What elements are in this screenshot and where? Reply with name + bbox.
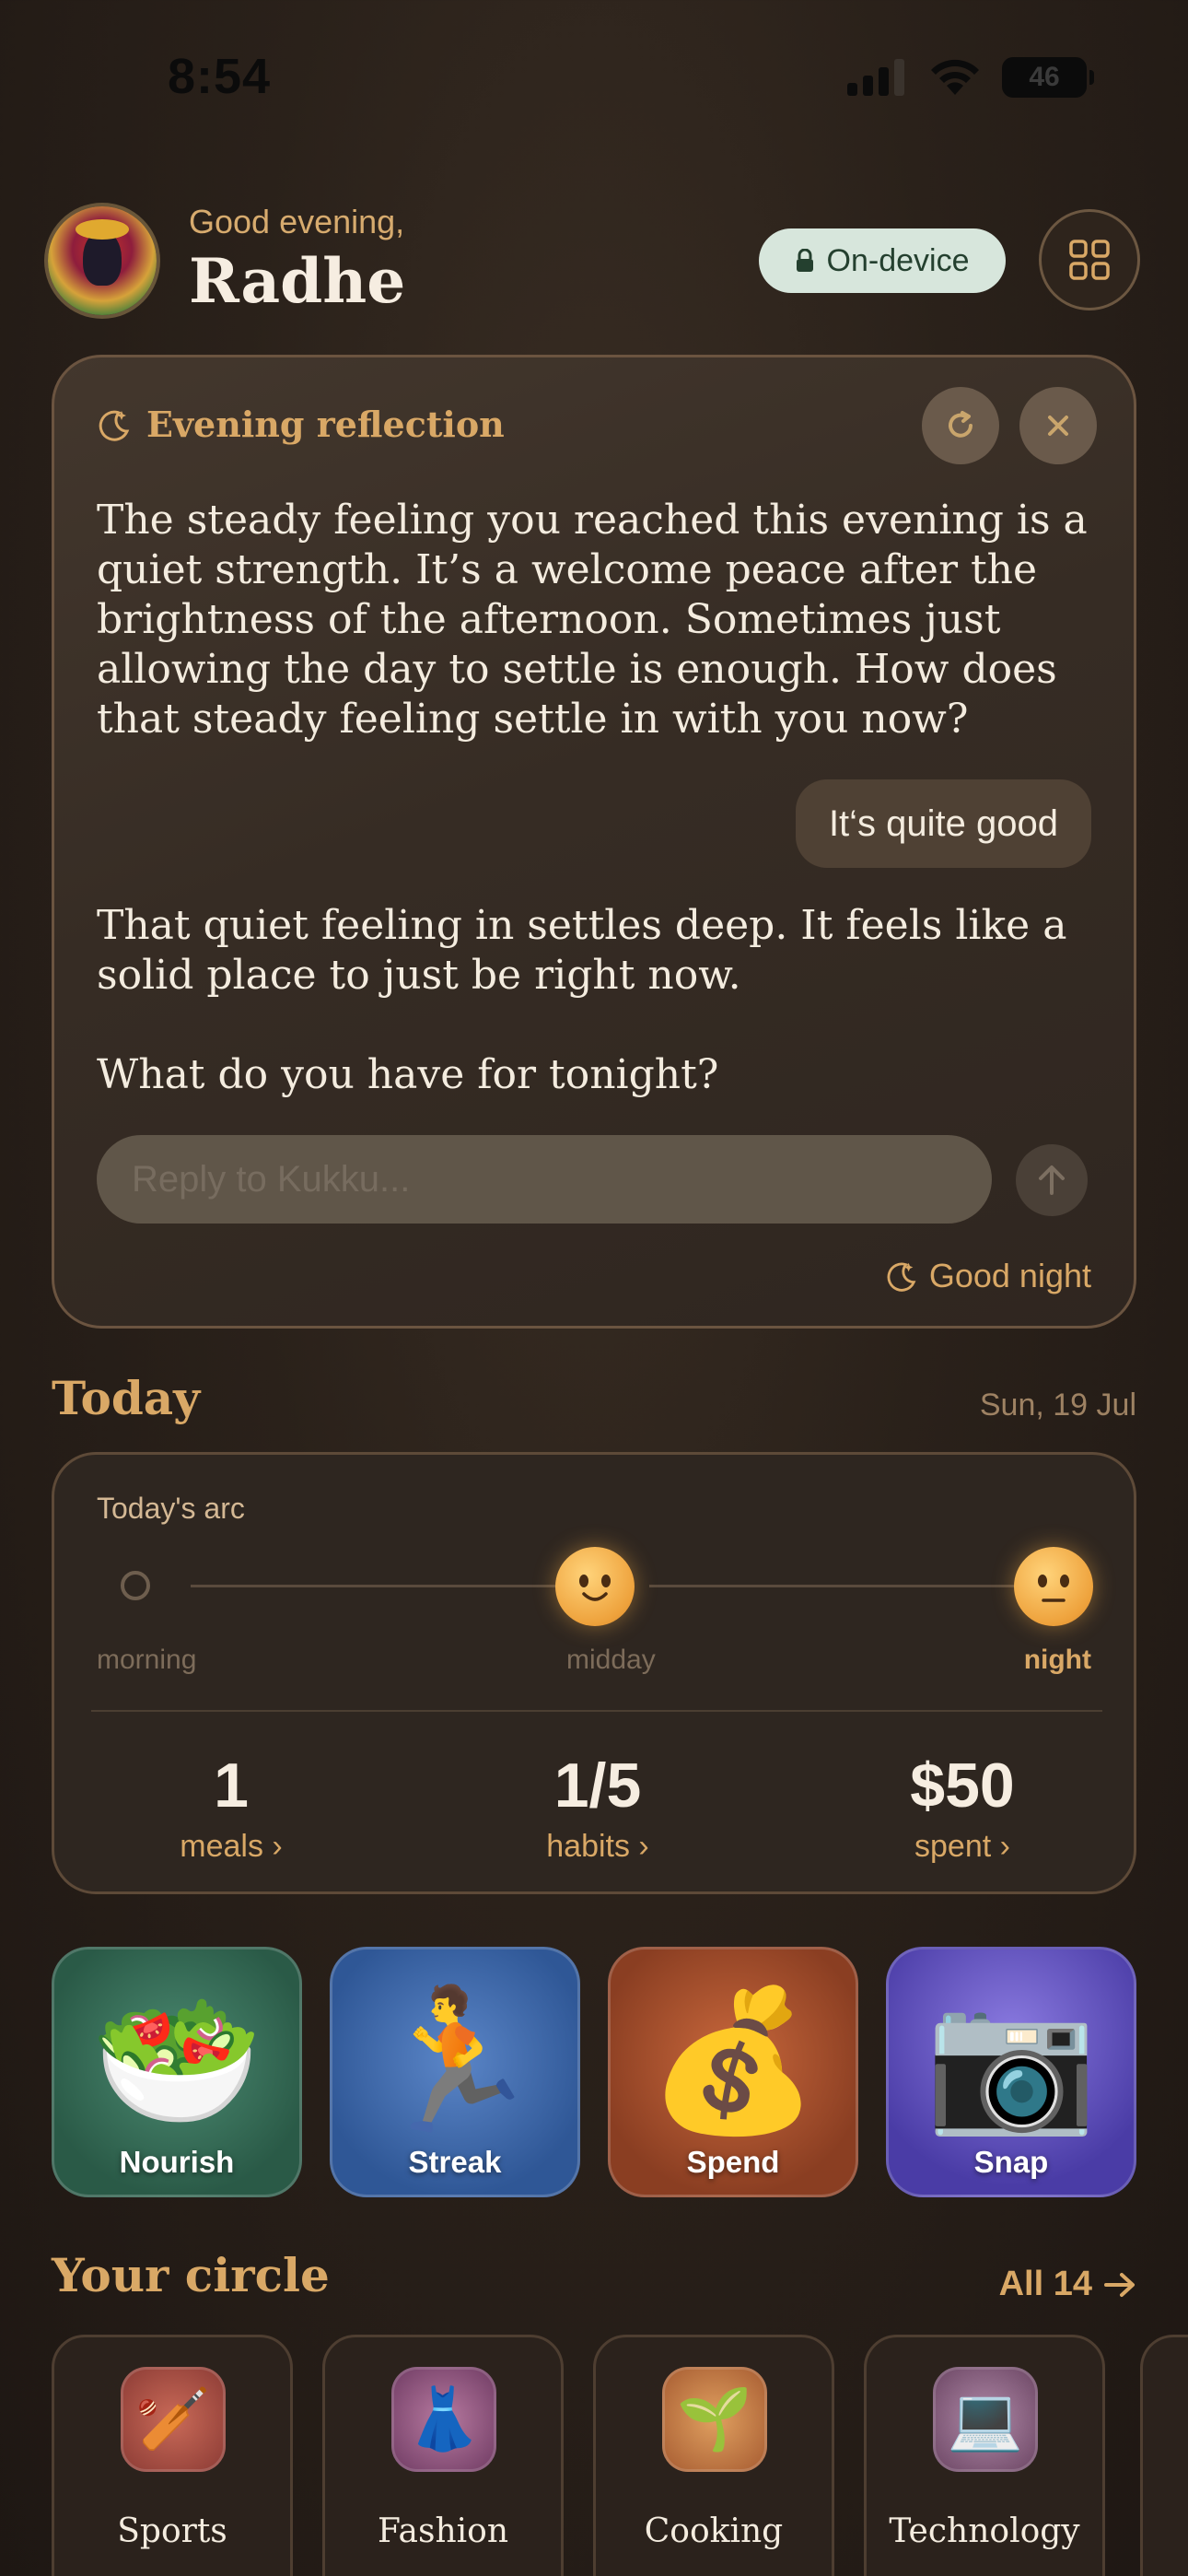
arc-line bbox=[191, 1585, 596, 1587]
battery-icon: 46 bbox=[1002, 57, 1094, 98]
laptop-icon: 💻 bbox=[933, 2367, 1038, 2472]
circle-item-sports[interactable]: 🏏 Sports bbox=[52, 2335, 293, 2576]
circle-item-label: Sports bbox=[117, 2512, 227, 2550]
see-all-label: All 14 bbox=[998, 2265, 1092, 2303]
arc-label: Today's arc bbox=[97, 1492, 245, 1525]
arrow-up-icon bbox=[1039, 1165, 1065, 1195]
circle-item-cooking[interactable]: 🌱 Cooking bbox=[593, 2335, 834, 2576]
signal-icon bbox=[847, 59, 904, 96]
neutral-face-icon bbox=[1014, 1547, 1093, 1626]
stat-spent[interactable]: $50 spent › bbox=[824, 1750, 1101, 1865]
arc-caption-midday: midday bbox=[566, 1645, 656, 1675]
send-button[interactable] bbox=[1016, 1144, 1088, 1216]
stat-label: spent › bbox=[914, 1829, 1010, 1864]
tile-label: Streak bbox=[408, 2145, 502, 2179]
grid-icon bbox=[1069, 240, 1110, 280]
user-name: Radhe bbox=[189, 245, 406, 317]
good-night-label: Good night bbox=[928, 1257, 1091, 1294]
evening-reflection-card: Evening reflection The steady feeling yo… bbox=[52, 355, 1136, 1329]
lock-icon bbox=[796, 249, 813, 272]
tile-snap[interactable]: 📷 Snap bbox=[886, 1947, 1136, 2197]
status-icons: 46 bbox=[847, 57, 1094, 98]
tile-label: Snap bbox=[973, 2145, 1049, 2179]
tile-streak[interactable]: 🏃 Streak bbox=[330, 1947, 580, 2197]
seedling-icon: 🌱 bbox=[662, 2367, 767, 2472]
circle-item-label: Technology bbox=[889, 2512, 1080, 2550]
refresh-icon bbox=[949, 411, 973, 438]
camera-icon: 📷 bbox=[925, 1983, 1098, 2137]
refresh-button[interactable] bbox=[922, 387, 999, 464]
good-night-button[interactable]: Good night bbox=[885, 1257, 1091, 1295]
circle-item-label: Cooking bbox=[644, 2512, 784, 2550]
morning-marker-icon bbox=[121, 1571, 150, 1600]
section-title-today: Today bbox=[52, 1371, 201, 1425]
cricket-icon: 🏏 bbox=[121, 2367, 226, 2472]
section-title-circle: Your circle bbox=[52, 2248, 330, 2302]
runner-icon: 🏃 bbox=[368, 1983, 542, 2137]
moon-stars-icon bbox=[99, 410, 130, 441]
greeting-text: Good evening, bbox=[189, 203, 405, 240]
stat-meals[interactable]: 1 meals › bbox=[93, 1750, 369, 1865]
tile-label: Nourish bbox=[119, 2145, 235, 2179]
reply-input[interactable] bbox=[97, 1135, 992, 1224]
wifi-icon bbox=[931, 59, 979, 95]
reflection-header: Evening reflection bbox=[97, 404, 505, 445]
circle-item-partial[interactable] bbox=[1140, 2335, 1188, 2576]
avatar[interactable] bbox=[48, 206, 157, 315]
reflection-title: Evening reflection bbox=[146, 404, 505, 445]
today-card: Today's arc morning midday night 1 meals… bbox=[52, 1452, 1136, 1894]
salad-icon: 🥗 bbox=[90, 1983, 263, 2137]
tile-label: Spend bbox=[686, 2145, 780, 2179]
stat-label: meals › bbox=[180, 1829, 283, 1864]
on-device-badge[interactable]: On-device bbox=[759, 228, 1006, 293]
assistant-question: What do you have for tonight? bbox=[97, 1051, 719, 1098]
circle-item-fashion[interactable]: 👗 Fashion bbox=[322, 2335, 564, 2576]
circle-item-technology[interactable]: 💻 Technology bbox=[864, 2335, 1105, 2576]
stat-label: habits › bbox=[546, 1829, 649, 1864]
assistant-message: The steady feeling you reached this even… bbox=[97, 497, 1088, 743]
see-all-link[interactable]: All 14 bbox=[999, 2265, 1136, 2304]
arrow-right-icon bbox=[1104, 2272, 1135, 2297]
circle-item-label: Fashion bbox=[377, 2512, 509, 2550]
arc-line bbox=[649, 1585, 1054, 1587]
divider bbox=[91, 1710, 1102, 1712]
stat-habits[interactable]: 1/5 habits › bbox=[460, 1750, 736, 1865]
user-message-bubble: It‘s quite good bbox=[795, 779, 1091, 868]
assistant-message: That quiet feeling in settles deep. It f… bbox=[97, 902, 1067, 999]
status-bar: 8:54 46 bbox=[0, 0, 1188, 138]
money-bag-icon: 💰 bbox=[646, 1983, 820, 2137]
stat-value: 1 bbox=[214, 1751, 249, 1821]
status-time: 8:54 bbox=[168, 49, 272, 104]
close-button[interactable] bbox=[1019, 387, 1097, 464]
moon-stars-icon bbox=[887, 1262, 916, 1292]
dress-icon: 👗 bbox=[391, 2367, 496, 2472]
close-icon bbox=[1048, 416, 1068, 436]
tile-spend[interactable]: 💰 Spend bbox=[608, 1947, 858, 2197]
smile-face-icon bbox=[555, 1547, 635, 1626]
apps-grid-button[interactable] bbox=[1039, 209, 1140, 310]
on-device-label: On-device bbox=[826, 242, 970, 278]
stat-value: $50 bbox=[910, 1751, 1015, 1821]
arc-caption-night: night bbox=[1023, 1645, 1091, 1675]
arc-caption-morning: morning bbox=[97, 1645, 197, 1675]
today-date: Sun, 19 Jul bbox=[979, 1388, 1136, 1423]
stat-value: 1/5 bbox=[553, 1751, 642, 1821]
tile-nourish[interactable]: 🥗 Nourish bbox=[52, 1947, 302, 2197]
